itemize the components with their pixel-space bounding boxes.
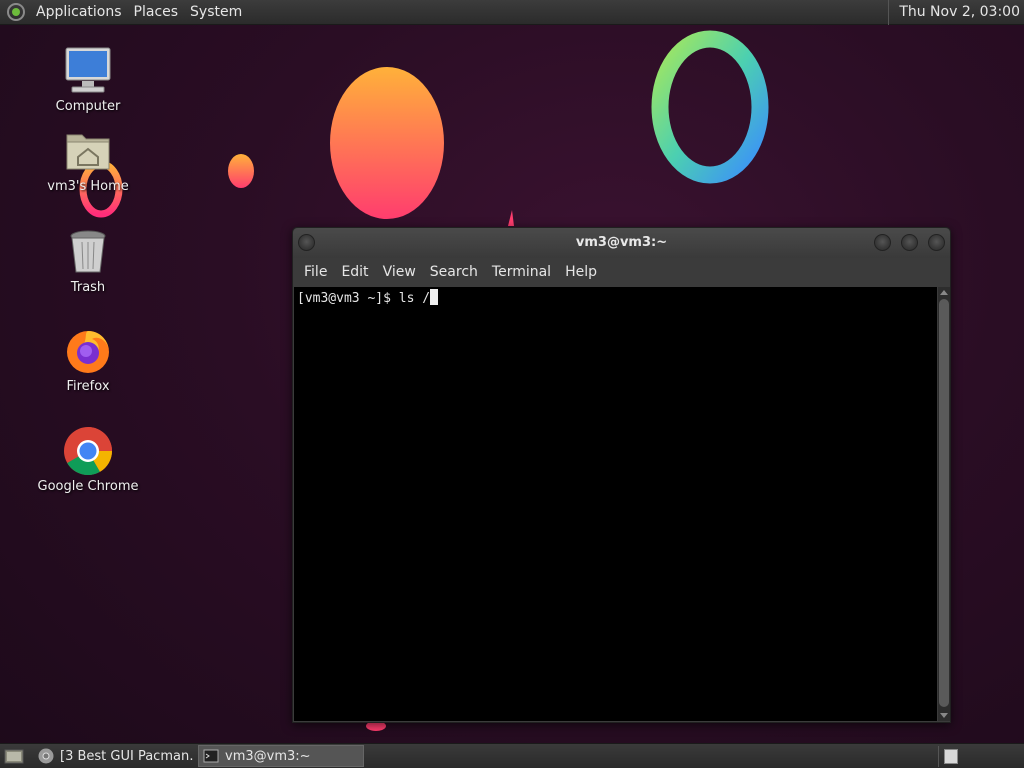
scroll-up-icon[interactable]	[940, 290, 948, 295]
taskbar-item-chrome[interactable]: [3 Best GUI Pacman…	[34, 745, 194, 767]
menu-applications[interactable]: Applications	[30, 0, 128, 25]
terminal-menubar: File Edit View Search Terminal Help	[293, 258, 950, 286]
terminal-menu-file[interactable]: File	[297, 264, 334, 280]
desktop-icon-chrome[interactable]: Google Chrome	[28, 425, 148, 494]
top-menu: Applications Places System	[0, 0, 248, 25]
bottom-panel: [3 Best GUI Pacman… vm3@vm3:~	[0, 743, 1024, 768]
desktop-icon-label: Firefox	[66, 379, 110, 394]
chrome-icon	[64, 427, 112, 476]
terminal-scrollbar[interactable]	[938, 287, 950, 721]
chrome-icon	[38, 748, 54, 764]
terminal-menu-edit[interactable]: Edit	[334, 264, 375, 280]
maximize-button[interactable]	[901, 234, 918, 251]
desktop-icon-computer[interactable]: Computer	[28, 45, 148, 114]
terminal-titlebar[interactable]: vm3@vm3:~	[293, 228, 950, 258]
workspace-switcher[interactable]	[938, 746, 1024, 767]
terminal-window[interactable]: vm3@vm3:~ File Edit View Search Terminal…	[292, 227, 951, 723]
desktop-icon-label: vm3's Home	[47, 179, 129, 194]
scroll-down-icon[interactable]	[940, 713, 948, 718]
desktop-icon-label: Google Chrome	[37, 479, 139, 494]
minimize-button[interactable]	[874, 234, 891, 251]
terminal-icon	[203, 749, 219, 763]
clock[interactable]: Thu Nov 2, 03:00	[888, 0, 1024, 25]
taskbar-item-label: [3 Best GUI Pacman…	[60, 748, 194, 764]
show-desktop-icon[interactable]	[4, 747, 24, 765]
desktop-icon-label: Trash	[70, 280, 106, 295]
menu-system[interactable]: System	[184, 0, 248, 25]
menu-places[interactable]: Places	[128, 0, 185, 25]
workspace-1[interactable]	[944, 749, 958, 764]
terminal-menu-terminal[interactable]: Terminal	[485, 264, 558, 280]
terminal-output[interactable]: [vm3@vm3 ~]$ ls /	[294, 287, 937, 721]
distro-logo-icon[interactable]	[6, 2, 26, 22]
taskbar-item-terminal[interactable]: vm3@vm3:~	[198, 745, 364, 767]
taskbar-item-label: vm3@vm3:~	[225, 748, 311, 764]
terminal-command: ls /	[398, 291, 431, 306]
computer-icon	[65, 47, 111, 93]
desktop-icon-label: Computer	[55, 99, 121, 114]
top-panel: Applications Places System Thu Nov 2, 03…	[0, 0, 1024, 25]
home-folder-icon	[66, 134, 110, 170]
trash-icon	[70, 230, 106, 273]
terminal-menu-search[interactable]: Search	[423, 264, 485, 280]
terminal-menu-help[interactable]: Help	[558, 264, 604, 280]
terminal-title: vm3@vm3:~	[575, 235, 668, 250]
close-button[interactable]	[928, 234, 945, 251]
terminal-menu-view[interactable]: View	[376, 264, 423, 280]
desktop-icon-firefox[interactable]: Firefox	[28, 325, 148, 394]
desktop-icon-trash[interactable]: Trash	[28, 226, 148, 295]
desktop-icon-home[interactable]: vm3's Home	[28, 125, 148, 194]
terminal-cursor	[430, 289, 439, 305]
scrollbar-thumb[interactable]	[939, 299, 949, 707]
firefox-icon	[67, 331, 109, 373]
terminal-prompt: [vm3@vm3 ~]$	[297, 291, 399, 306]
